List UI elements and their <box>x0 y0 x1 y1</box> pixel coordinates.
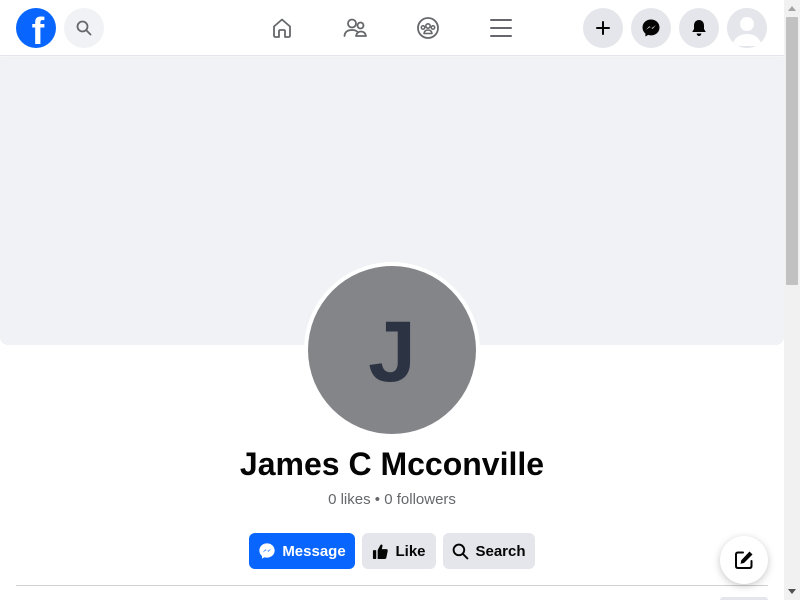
account-avatar-button[interactable] <box>727 8 767 48</box>
likes-count[interactable]: 0 likes <box>328 491 371 508</box>
message-button[interactable]: Message <box>249 533 355 569</box>
message-button-label: Message <box>282 542 346 560</box>
bell-icon <box>692 20 706 36</box>
notifications-button[interactable] <box>679 8 719 48</box>
scrollbar-thumb[interactable] <box>786 17 798 285</box>
scroll-down-arrow-icon[interactable] <box>784 584 800 600</box>
home-icon <box>273 18 291 38</box>
compose-button[interactable] <box>720 536 768 584</box>
profile-name: James C Mcconville <box>239 446 545 482</box>
messenger-icon <box>642 19 660 37</box>
create-button[interactable] <box>583 8 623 48</box>
nav-menu-button[interactable] <box>485 12 517 44</box>
search-button-label: Search <box>475 542 526 560</box>
plus-icon <box>596 21 610 35</box>
nav-friends-button[interactable] <box>339 12 371 44</box>
search-icon <box>453 543 469 559</box>
like-button-label: Like <box>395 542 426 560</box>
vertical-scrollbar[interactable] <box>784 0 800 600</box>
search-button[interactable] <box>64 8 104 48</box>
messenger-button[interactable] <box>631 8 671 48</box>
profile-initial: J <box>368 303 416 400</box>
friends-icon <box>343 18 367 37</box>
profile-stats: 0 likes • 0 followers <box>0 491 784 508</box>
nav-home-button[interactable] <box>266 12 298 44</box>
top-navigation-bar: f <box>0 0 784 56</box>
profile-page: f J James C Mcconville 0 likes • 0 follo… <box>0 0 800 600</box>
profile-picture-placeholder: J <box>308 266 476 434</box>
search-icon <box>76 20 92 36</box>
groups-icon <box>417 17 439 39</box>
profile-search-button[interactable]: Search <box>443 533 535 569</box>
stats-separator: • <box>374 491 381 508</box>
scroll-up-arrow-icon[interactable] <box>784 0 800 16</box>
user-avatar-icon <box>727 8 767 48</box>
thumbs-up-icon <box>373 544 389 559</box>
nav-groups-button[interactable] <box>412 12 444 44</box>
profile-picture[interactable]: J <box>304 262 480 438</box>
logo-letter: f <box>31 11 45 48</box>
like-button[interactable]: Like <box>362 533 436 569</box>
facebook-logo-icon[interactable]: f <box>16 8 56 48</box>
compose-edit-icon <box>735 551 753 569</box>
hamburger-menu-icon <box>490 19 512 37</box>
followers-count[interactable]: 0 followers <box>384 491 456 508</box>
section-divider <box>16 585 768 586</box>
messenger-icon <box>259 543 275 559</box>
